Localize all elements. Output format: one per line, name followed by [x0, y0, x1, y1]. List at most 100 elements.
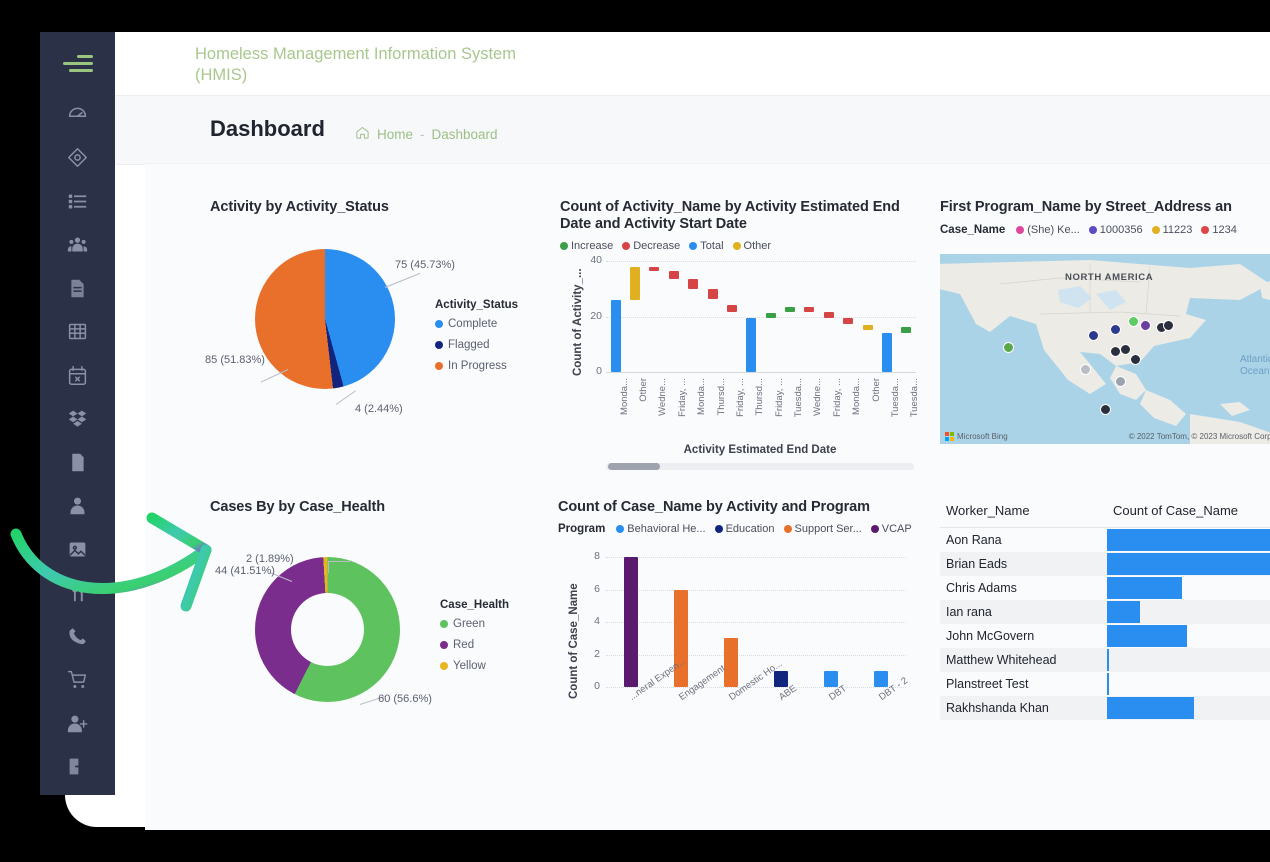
- waterfall-bar[interactable]: [843, 318, 853, 324]
- horizontal-scrollbar[interactable]: [606, 463, 914, 470]
- map-point[interactable]: [1115, 376, 1126, 387]
- pie-chart[interactable]: [255, 249, 395, 389]
- waterfall-bar[interactable]: [746, 318, 756, 372]
- tile-activity-status-pie[interactable]: Activity by Activity_Status 75 (45.73%) …: [210, 199, 540, 469]
- bar[interactable]: [624, 557, 638, 687]
- column-header-count[interactable]: Count of Case_Name: [1107, 499, 1270, 528]
- legend-item[interactable]: In Progress: [435, 360, 518, 372]
- data-bar: 32: [1107, 576, 1270, 600]
- pie-label-flagged: 4 (2.44%): [355, 403, 403, 416]
- table-row[interactable]: Ian rana14: [940, 600, 1270, 624]
- map-point[interactable]: [1128, 316, 1139, 327]
- bar[interactable]: [824, 671, 838, 687]
- sidebar-item-list[interactable]: [40, 182, 115, 226]
- waterfall-bar[interactable]: [649, 267, 659, 271]
- sidebar-item-storage[interactable]: [40, 400, 115, 444]
- legend-item[interactable]: (She) Ke...: [1016, 224, 1080, 236]
- sidebar-item-documents[interactable]: [40, 269, 115, 313]
- waterfall-bar[interactable]: [804, 307, 814, 313]
- waterfall-bar[interactable]: [611, 300, 621, 372]
- waterfall-bar[interactable]: [901, 327, 911, 333]
- waterfall-bar[interactable]: [630, 267, 640, 300]
- map-point[interactable]: [1130, 354, 1141, 365]
- tile-case-activity-program[interactable]: Count of Case_Name by Activity and Progr…: [558, 499, 923, 759]
- map-point[interactable]: [1110, 324, 1121, 335]
- map-point[interactable]: [1080, 364, 1091, 375]
- home-icon[interactable]: [355, 125, 370, 143]
- tile-activity-waterfall[interactable]: Count of Activity_Name by Activity Estim…: [560, 199, 920, 479]
- waterfall-bar[interactable]: [824, 312, 834, 317]
- bar-plot[interactable]: Count of Case_Name 02468 ...neral Expen.…: [558, 549, 923, 729]
- column-header-worker-name[interactable]: Worker_Name: [940, 499, 1107, 528]
- waterfall-bar[interactable]: [688, 279, 698, 289]
- table-row[interactable]: Rakhshanda Khan37: [940, 696, 1270, 720]
- bing-map[interactable]: NORTH AMERICA Atlantic Ocean Microsoft B…: [940, 254, 1270, 444]
- bar[interactable]: [724, 638, 738, 687]
- legend-label: Behavioral He...: [627, 523, 705, 535]
- table-row[interactable]: Chris Adams32: [940, 576, 1270, 600]
- sidebar-toggle[interactable]: [40, 32, 115, 95]
- sidebar-item-grid[interactable]: [40, 313, 115, 357]
- sidebar-item-users[interactable]: [40, 226, 115, 270]
- tile-case-health-donut[interactable]: Cases By by Case_Health 2 (1.89%) 44 (41…: [210, 499, 540, 759]
- waterfall-bar[interactable]: [727, 305, 737, 312]
- sidebar-item-logout[interactable]: [40, 748, 115, 792]
- sidebar-item-add-user[interactable]: [40, 704, 115, 748]
- sidebar-item-location[interactable]: [40, 139, 115, 183]
- scrollbar-thumb[interactable]: [608, 463, 660, 470]
- table-row[interactable]: Aon Rana82: [940, 528, 1270, 553]
- waterfall-bar[interactable]: [708, 289, 718, 299]
- donut-chart[interactable]: [255, 557, 400, 702]
- data-bar: 73: [1107, 552, 1270, 576]
- legend-item[interactable]: Green: [440, 618, 509, 630]
- map-point[interactable]: [1088, 330, 1099, 341]
- tile-program-map[interactable]: First Program_Name by Street_Address an …: [940, 199, 1270, 469]
- legend-item[interactable]: Yellow: [440, 660, 509, 672]
- breadcrumb-home[interactable]: Home: [377, 127, 413, 142]
- map-point[interactable]: [1120, 344, 1131, 355]
- sidebar-item-media[interactable]: [40, 530, 115, 574]
- legend-item[interactable]: Red: [440, 639, 509, 651]
- legend-item[interactable]: 1234: [1201, 224, 1236, 236]
- legend-item[interactable]: Behavioral He...: [616, 523, 705, 535]
- waterfall-bar[interactable]: [785, 307, 795, 313]
- cart-icon: [67, 669, 88, 695]
- waterfall-bar[interactable]: [766, 313, 776, 319]
- table-row[interactable]: Brian Eads73: [940, 552, 1270, 576]
- tile-worker-table[interactable]: Worker_Name Count of Case_Name Aon Rana8…: [940, 499, 1270, 749]
- hamburger-menu-icon[interactable]: [63, 55, 93, 72]
- waterfall-bar[interactable]: [863, 325, 873, 331]
- sidebar-item-file[interactable]: [40, 443, 115, 487]
- map-point[interactable]: [1100, 404, 1111, 415]
- legend-item[interactable]: Support Ser...: [784, 523, 862, 535]
- waterfall-plot[interactable]: Count of Activity_... 02040 Monda...Othe…: [560, 251, 920, 441]
- tile-title: Count of Activity_Name by Activity Estim…: [560, 199, 900, 233]
- legend-item[interactable]: VCAP: [871, 523, 912, 535]
- map-point[interactable]: [1140, 320, 1151, 331]
- map-point[interactable]: [1003, 342, 1014, 353]
- legend-item[interactable]: 11223: [1152, 224, 1193, 236]
- cell-count: 32: [1107, 576, 1270, 600]
- waterfall-bar[interactable]: [882, 333, 892, 372]
- sidebar-item-dashboard[interactable]: [40, 95, 115, 139]
- legend-item[interactable]: 1000356: [1089, 224, 1143, 236]
- table-row[interactable]: John McGovern34: [940, 624, 1270, 648]
- sidebar-item-calendar[interactable]: [40, 356, 115, 400]
- legend-item[interactable]: Flagged: [435, 339, 518, 351]
- waterfall-bar[interactable]: [669, 271, 679, 279]
- legend-item[interactable]: Complete: [435, 318, 518, 330]
- legend-swatch: [560, 242, 568, 250]
- legend-item[interactable]: Education: [715, 523, 775, 535]
- sidebar-item-meals[interactable]: [40, 574, 115, 618]
- table-row[interactable]: Planstreet Test1: [940, 672, 1270, 696]
- map-point[interactable]: [1163, 320, 1174, 331]
- bar[interactable]: [874, 671, 888, 687]
- donut-legend: Case_Health Green Red Yellow: [440, 599, 509, 681]
- sidebar-item-calls[interactable]: [40, 617, 115, 661]
- table-row[interactable]: Matthew Whitehead1: [940, 648, 1270, 672]
- worker-case-table[interactable]: Worker_Name Count of Case_Name Aon Rana8…: [940, 499, 1270, 720]
- x-tick: Monda...: [851, 378, 862, 415]
- bar[interactable]: [774, 671, 788, 687]
- sidebar-item-profile[interactable]: [40, 487, 115, 531]
- sidebar-item-cart[interactable]: [40, 661, 115, 705]
